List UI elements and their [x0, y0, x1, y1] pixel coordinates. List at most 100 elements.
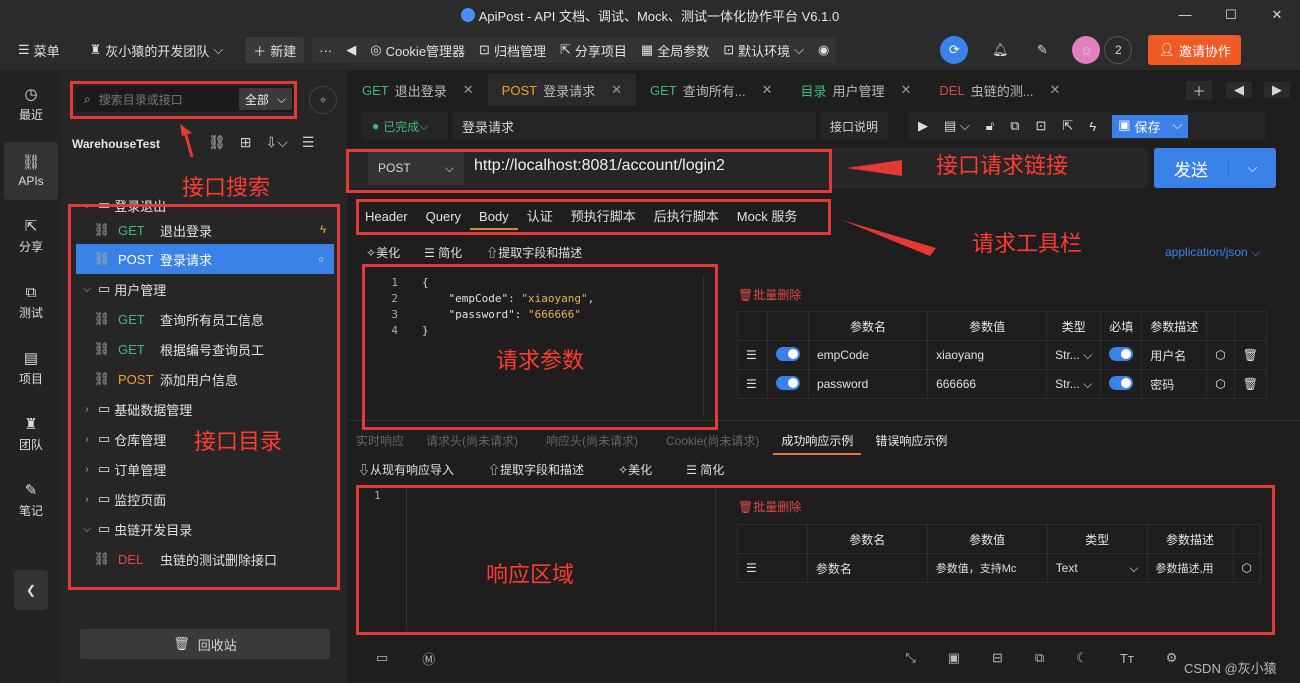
- tab-logout[interactable]: GET 退出登录 ✕: [348, 74, 488, 106]
- global-params-button[interactable]: ▦ 全局参数: [634, 41, 716, 60]
- nav-team[interactable]: ♜ 团队: [4, 406, 58, 464]
- beautify-button[interactable]: ✧美化: [366, 244, 400, 261]
- add-api-icon[interactable]: ⛓: [208, 134, 226, 151]
- close-icon[interactable]: ✕: [1254, 0, 1300, 30]
- close-icon[interactable]: ✕: [762, 82, 773, 98]
- save-button[interactable]: ▣ 保存 ⌵: [1112, 114, 1189, 138]
- trash-icon[interactable]: 🗑︎: [1233, 369, 1268, 399]
- font-size-icon[interactable]: Tт: [1120, 651, 1134, 666]
- layout-icon[interactable]: ▭: [376, 650, 388, 666]
- settings-icon[interactable]: ⚙: [1166, 650, 1178, 666]
- collapse-nav-button[interactable]: ❮: [14, 570, 48, 610]
- tab-req-headers[interactable]: 请求头(尚未请求): [412, 428, 532, 455]
- avatar[interactable]: ☺: [1072, 36, 1101, 64]
- notes-icon[interactable]: ✎: [1028, 36, 1056, 64]
- extract-button[interactable]: ⇧提取字段和描述: [488, 461, 584, 478]
- tab-resp-headers[interactable]: 响应头(尚未请求): [532, 428, 652, 455]
- archive-button[interactable]: ⊡ 归档管理: [472, 41, 553, 60]
- markdown-icon[interactable]: Ⓜ: [422, 649, 435, 668]
- collapse-icon[interactable]: ◀: [339, 42, 363, 58]
- eye-icon[interactable]: ◉: [811, 42, 836, 58]
- close-icon[interactable]: ✕: [463, 82, 474, 98]
- doc-view-icon[interactable]: ▤ ⌵: [944, 118, 970, 134]
- team-selector[interactable]: ♜ 灰小猿的开发团队 ⌵: [82, 41, 232, 60]
- nav-apis[interactable]: ⛓ APIs: [4, 142, 58, 200]
- collapse-all-icon[interactable]: ☰: [302, 134, 315, 151]
- close-icon[interactable]: ✕: [901, 82, 912, 98]
- moon-icon[interactable]: ☾: [1076, 650, 1088, 666]
- content-type-select[interactable]: application/json ⌵: [1165, 245, 1260, 260]
- batch-delete-button[interactable]: 🗑︎批量删除: [738, 286, 801, 303]
- terminal-icon[interactable]: ▣: [948, 650, 960, 666]
- more-icon[interactable]: ···: [312, 43, 339, 58]
- close-icon[interactable]: ✕: [1050, 82, 1061, 98]
- required-toggle[interactable]: [1109, 375, 1134, 390]
- trash-icon[interactable]: 🗑︎: [1233, 340, 1268, 370]
- required-toggle[interactable]: [1109, 346, 1134, 361]
- send-button[interactable]: 发送 ⌵: [1154, 148, 1276, 188]
- cookie-manager-button[interactable]: ◎ Cookie管理器: [363, 41, 472, 60]
- param-type-select[interactable]: Str... ⌵: [1046, 369, 1102, 399]
- close-icon[interactable]: ✕: [611, 82, 622, 98]
- tab-cookie[interactable]: Cookie(尚未请求): [652, 428, 773, 455]
- flash-icon[interactable]: ϟ: [1089, 119, 1096, 134]
- copy-icon[interactable]: ⧉: [1035, 650, 1044, 666]
- param-value[interactable]: 666666: [927, 369, 1048, 399]
- param-name[interactable]: empCode: [807, 340, 929, 370]
- cube-icon[interactable]: ⬡: [1206, 340, 1235, 370]
- status-select[interactable]: ● 已完成 ⌵: [362, 112, 448, 140]
- simplify-button[interactable]: ☰ 简化: [686, 461, 724, 478]
- bell-icon[interactable]: 🔔︎: [986, 36, 1014, 64]
- nav-notes[interactable]: ✎ 笔记: [4, 472, 58, 530]
- tab-delete[interactable]: DEL 虫链的测... ✕: [925, 74, 1074, 106]
- tab-success-example[interactable]: 成功响应示例: [773, 428, 862, 455]
- tab-query-all[interactable]: GET 查询所有... ✕: [636, 74, 786, 106]
- copy-icon[interactable]: ⧉: [1010, 118, 1019, 134]
- add-tab-icon[interactable]: ＋: [1186, 80, 1212, 100]
- lock-icon[interactable]: 🔓︎: [986, 118, 994, 134]
- invite-button[interactable]: 👤︎ 邀请协作: [1148, 35, 1241, 65]
- enable-toggle[interactable]: [775, 346, 800, 361]
- share-project-button[interactable]: ⇱ 分享项目: [553, 41, 634, 60]
- tab-live-response[interactable]: 实时响应: [356, 428, 412, 455]
- drag-handle-icon[interactable]: ☰: [737, 369, 768, 399]
- request-name-input[interactable]: 登录请求: [452, 112, 816, 140]
- compress-icon[interactable]: ⤡: [905, 650, 915, 666]
- minimize-icon[interactable]: —: [1162, 0, 1208, 30]
- new-button[interactable]: ＋新建: [245, 37, 305, 63]
- tab-next-icon[interactable]: ▶: [1264, 82, 1290, 98]
- environment-select[interactable]: ⊡ 默认环境 ⌵: [716, 41, 811, 60]
- drag-handle-icon[interactable]: ☰: [737, 340, 768, 370]
- tab-login[interactable]: POST 登录请求 ✕: [487, 74, 636, 106]
- tab-prev-icon[interactable]: ◀: [1226, 82, 1252, 98]
- sync-icon[interactable]: ⟳: [940, 36, 969, 64]
- chevron-down-icon[interactable]: ⌵: [1228, 160, 1276, 176]
- param-type-select[interactable]: Str... ⌵: [1046, 340, 1102, 370]
- extract-button[interactable]: ⇧提取字段和描述: [486, 244, 582, 261]
- import-response-button[interactable]: ⇩从现有响应导入: [358, 461, 454, 478]
- enable-toggle[interactable]: [775, 375, 800, 390]
- nav-test[interactable]: ⧉ 测试: [4, 274, 58, 332]
- share-icon[interactable]: ⇱: [1062, 118, 1073, 134]
- nav-recent[interactable]: ◷ 最近: [4, 76, 58, 134]
- param-value[interactable]: xiaoyang: [927, 340, 1048, 370]
- tab-user-folder[interactable]: 目录 用户管理 ✕: [786, 74, 925, 106]
- param-desc[interactable]: 密码: [1141, 369, 1208, 399]
- nav-project[interactable]: ▤ 项目: [4, 340, 58, 398]
- locate-icon[interactable]: ⌖: [309, 86, 337, 114]
- param-name[interactable]: password: [807, 369, 929, 399]
- tab-error-example[interactable]: 错误响应示例: [861, 428, 961, 455]
- split-icon[interactable]: ⊟: [992, 650, 1003, 666]
- nav-share[interactable]: ⇱ 分享: [4, 208, 58, 266]
- menu-button[interactable]: ☰ 菜单: [10, 41, 68, 60]
- run-icon[interactable]: ▶: [918, 118, 928, 134]
- doc-button[interactable]: 接口说明: [820, 112, 889, 140]
- trash-button[interactable]: 🗑︎ 回收站: [80, 629, 330, 659]
- import-icon[interactable]: ⇩⌵: [266, 134, 288, 151]
- cube-icon[interactable]: ⬡: [1206, 369, 1235, 399]
- simplify-button[interactable]: ☰ 简化: [424, 244, 462, 261]
- add-folder-icon[interactable]: ⊞: [240, 134, 252, 151]
- param-desc[interactable]: 用户名: [1141, 340, 1208, 370]
- code-icon[interactable]: ⊡: [1036, 118, 1047, 134]
- beautify-button[interactable]: ✧美化: [618, 461, 652, 478]
